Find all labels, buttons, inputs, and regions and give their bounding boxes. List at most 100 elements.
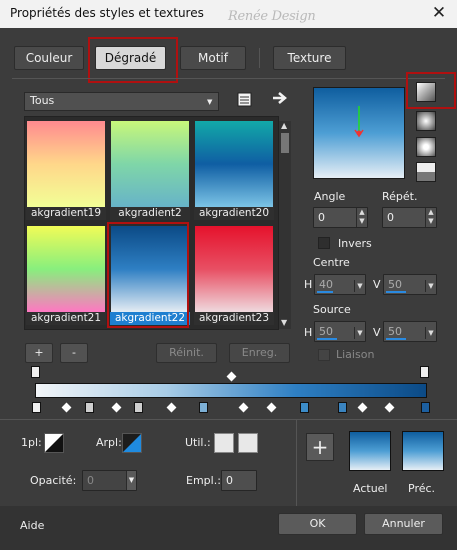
gradient-preview[interactable]: [313, 87, 405, 179]
scroll-up-icon[interactable]: ▲: [281, 121, 287, 130]
opacity-spinner[interactable]: 0 ▼: [82, 470, 137, 491]
repeat-spinner[interactable]: 0 ▲ ▼: [382, 207, 437, 228]
radial-style-icon[interactable]: [416, 162, 436, 182]
invert-label: Invers: [338, 237, 372, 250]
rectangular-style-icon[interactable]: [416, 111, 436, 131]
save-button[interactable]: Enreg.: [229, 343, 290, 363]
foreground-label: 1pl:: [21, 436, 42, 449]
source-v-label: V: [373, 326, 381, 339]
category-value: Tous: [30, 94, 55, 107]
tab-degrade[interactable]: Dégradé: [95, 46, 166, 70]
color-stop[interactable]: [421, 402, 430, 413]
gradient-direction-indicator: [354, 106, 364, 138]
use-label: Util.:: [185, 436, 211, 449]
help-link[interactable]: Aide: [20, 519, 44, 532]
current-gradient-swatch[interactable]: [349, 431, 391, 471]
center-v-spinner[interactable]: 50 ▼: [383, 274, 437, 295]
color-stop[interactable]: [134, 402, 143, 413]
source-v-level: [386, 338, 406, 340]
location-value: 0: [226, 474, 233, 487]
background-label: Arpl:: [96, 436, 122, 449]
angle-value: 0: [318, 211, 325, 224]
source-h-spinner[interactable]: 50 ▼: [314, 321, 366, 342]
add-to-library-button[interactable]: +: [306, 433, 334, 461]
center-h-label: H: [304, 278, 313, 291]
center-h-level: [317, 291, 333, 293]
center-h-spinner[interactable]: 40 ▼: [314, 274, 366, 295]
chevron-down-icon[interactable]: ▼: [425, 327, 436, 339]
spin-arrows-icon[interactable]: ▲ ▼: [425, 208, 436, 227]
ok-button[interactable]: OK: [278, 513, 357, 535]
previous-label: Préc.: [408, 482, 436, 495]
tab-motif[interactable]: Motif: [180, 46, 246, 70]
arrow-right-icon[interactable]: [271, 89, 289, 107]
color-stop[interactable]: [199, 402, 208, 413]
repeat-label: Répét.: [382, 190, 418, 203]
category-dropdown[interactable]: Tous: [24, 92, 219, 111]
center-h-value: 40: [319, 278, 333, 291]
gradient-swatch-akgradient20[interactable]: [195, 121, 273, 207]
tab-separator: [259, 48, 260, 68]
scroll-down-icon[interactable]: ▼: [281, 318, 287, 327]
foreground-swatch[interactable]: [44, 433, 64, 453]
gradient-swatch-akgradient19[interactable]: [27, 121, 105, 207]
color-stop[interactable]: [338, 402, 347, 413]
source-h-value: 50: [319, 325, 333, 338]
use-swatch-1[interactable]: [214, 433, 234, 453]
center-label: Centre: [313, 256, 350, 269]
invert-checkbox[interactable]: [318, 237, 330, 249]
color-stop[interactable]: [300, 402, 309, 413]
gradient-swatch-akgradient23[interactable]: [195, 226, 273, 312]
watermark-logo: Renée Design: [228, 9, 316, 24]
gradient-swatch-akgradient21[interactable]: [27, 226, 105, 312]
opacity-value: 0: [87, 474, 94, 487]
reset-button[interactable]: Réinit.: [156, 343, 217, 363]
spin-arrows-icon[interactable]: ▲ ▼: [356, 208, 367, 227]
close-button[interactable]: ✕: [424, 2, 454, 26]
linear-style-icon[interactable]: [416, 82, 436, 102]
color-stop[interactable]: [32, 402, 41, 413]
center-v-label: V: [373, 278, 381, 291]
source-v-value: 50: [388, 325, 402, 338]
center-v-level: [386, 291, 406, 293]
location-field[interactable]: 0: [221, 470, 257, 491]
color-stop[interactable]: [85, 402, 94, 413]
tab-divider: [12, 78, 445, 79]
location-label: Empl.:: [186, 474, 221, 487]
previous-gradient-swatch[interactable]: [402, 431, 444, 471]
gradient-bar[interactable]: [35, 383, 427, 398]
add-stop-button[interactable]: +: [25, 343, 53, 363]
angle-label: Angle: [314, 190, 346, 203]
chevron-down-icon[interactable]: ▼: [126, 471, 136, 490]
cancel-button[interactable]: Annuler: [364, 513, 443, 535]
tab-couleur[interactable]: Couleur: [14, 46, 84, 70]
source-label: Source: [313, 303, 351, 316]
background-swatch[interactable]: [122, 433, 142, 453]
use-swatch-2[interactable]: [238, 433, 258, 453]
chevron-down-icon: ▼: [207, 98, 213, 106]
opacity-stop-start[interactable]: [31, 366, 40, 378]
gradient-list-icon[interactable]: [236, 91, 253, 108]
current-label: Actuel: [353, 482, 388, 495]
link-checkbox[interactable]: [318, 349, 330, 361]
section-divider: [0, 419, 457, 420]
opacity-label: Opacité:: [30, 474, 77, 487]
gradient-swatch-akgradient2[interactable]: [111, 121, 189, 207]
remove-stop-button[interactable]: -: [60, 343, 88, 363]
source-v-spinner[interactable]: 50 ▼: [383, 321, 437, 342]
angle-spinner[interactable]: 0 ▲ ▼: [313, 207, 368, 228]
window-title: Propriétés des styles et textures: [10, 6, 204, 20]
tab-texture[interactable]: Texture: [273, 46, 346, 70]
gradient-label: akgradient2: [110, 207, 190, 220]
gradient-label: akgradient23: [194, 312, 274, 325]
chevron-down-icon[interactable]: ▼: [354, 280, 365, 292]
chevron-down-icon[interactable]: ▼: [354, 327, 365, 339]
chevron-down-icon[interactable]: ▼: [425, 280, 436, 292]
opacity-stop-end[interactable]: [420, 366, 429, 378]
scrollbar-thumb[interactable]: [281, 133, 289, 153]
gradient-label: akgradient20: [194, 207, 274, 220]
sunburst-style-icon[interactable]: [416, 137, 436, 157]
gradient-label: akgradient19: [26, 207, 106, 220]
link-label: Liaison: [336, 348, 375, 361]
source-h-label: H: [304, 326, 313, 339]
